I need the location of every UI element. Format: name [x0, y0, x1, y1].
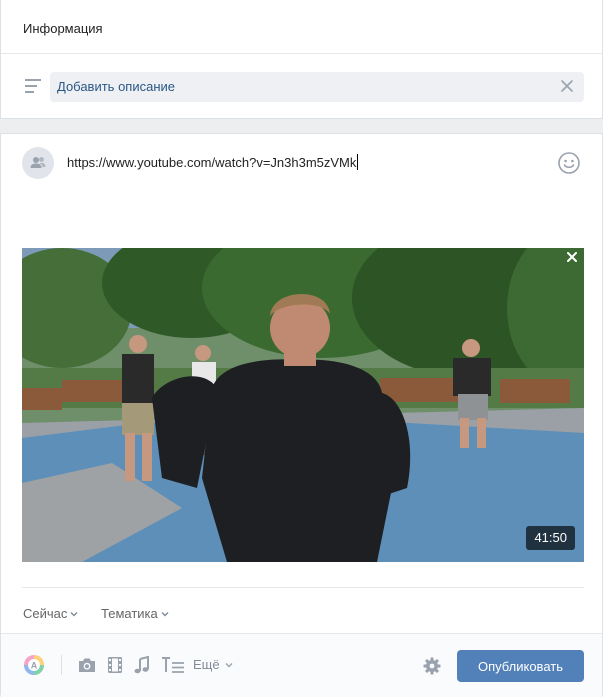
topic-selector[interactable]: Тематика — [101, 606, 169, 621]
description-field[interactable]: Добавить описание — [50, 72, 584, 102]
text-format-icon[interactable] — [161, 656, 185, 674]
composer-divider — [22, 587, 584, 588]
chevron-down-icon — [225, 662, 233, 667]
post-text-input[interactable]: https://www.youtube.com/watch?v=Jn3h3m5z… — [67, 154, 359, 170]
users-icon — [30, 157, 46, 168]
close-icon[interactable] — [558, 77, 576, 95]
avatar[interactable] — [22, 147, 54, 179]
toolbar-separator — [61, 655, 62, 675]
svg-text:A: A — [31, 661, 38, 671]
poster-icon[interactable]: A — [23, 654, 45, 676]
composer-toolbar: A Ещё Опубликовать — [1, 633, 602, 697]
camera-icon[interactable] — [77, 656, 97, 674]
info-divider — [1, 53, 602, 54]
publish-button[interactable]: Опубликовать — [457, 650, 584, 682]
more-label: Ещё — [193, 657, 220, 672]
post-text: https://www.youtube.com/watch?v=Jn3h3m5z… — [67, 155, 357, 170]
video-thumbnail — [22, 248, 584, 562]
more-button[interactable]: Ещё — [193, 657, 233, 672]
post-composer: https://www.youtube.com/watch?v=Jn3h3m5z… — [0, 133, 603, 697]
info-title: Информация — [23, 21, 103, 36]
close-icon[interactable] — [566, 251, 578, 263]
music-icon[interactable] — [133, 656, 151, 674]
info-card: Информация Добавить описание — [0, 0, 603, 119]
chevron-down-icon — [70, 611, 78, 616]
topic-label: Тематика — [101, 606, 158, 621]
film-icon[interactable] — [106, 656, 124, 674]
video-attachment[interactable]: 41:50 — [22, 248, 584, 562]
chevron-down-icon — [161, 611, 169, 616]
time-label: Сейчас — [23, 606, 68, 621]
description-placeholder: Добавить описание — [57, 79, 175, 94]
text-lines-icon — [25, 79, 41, 93]
time-selector[interactable]: Сейчас — [23, 606, 78, 621]
text-caret — [357, 154, 359, 170]
gear-icon[interactable] — [423, 657, 441, 675]
video-duration: 41:50 — [526, 526, 575, 550]
smile-icon[interactable] — [557, 151, 581, 175]
